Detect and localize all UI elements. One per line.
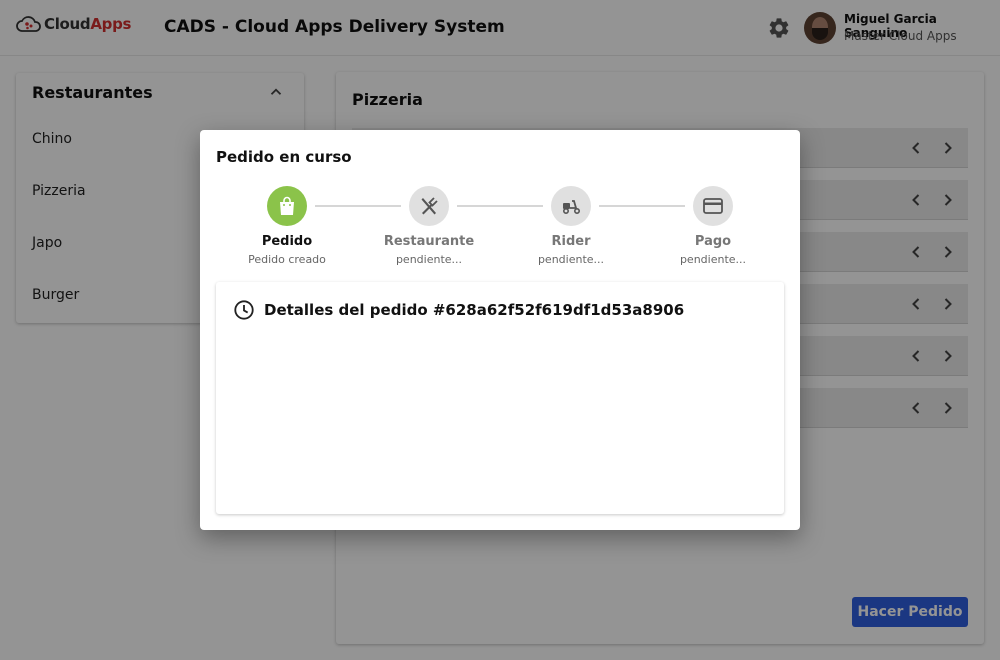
step-status: Pedido creado bbox=[248, 253, 326, 266]
step-label: Rider bbox=[551, 234, 591, 249]
clock-icon bbox=[234, 300, 254, 320]
step-label: Restaurante bbox=[383, 234, 475, 249]
order-details-title: Detalles del pedido #628a62f52f619df1d53… bbox=[264, 301, 685, 319]
credit-card-icon bbox=[703, 198, 723, 214]
step-pago: Pago pendiente... bbox=[643, 186, 783, 266]
shopping-bag-icon bbox=[280, 196, 294, 215]
step-circle bbox=[551, 186, 591, 226]
step-circle bbox=[693, 186, 733, 226]
step-label: Pago bbox=[694, 234, 732, 249]
scooter-icon bbox=[562, 200, 581, 215]
step-circle bbox=[409, 186, 449, 226]
step-rider: Rider pendiente... bbox=[501, 186, 641, 266]
dialog-title: Pedido en curso bbox=[216, 148, 352, 166]
step-status: pendiente... bbox=[679, 253, 747, 266]
utensils-icon bbox=[421, 197, 438, 215]
step-restaurante: Restaurante pendiente... bbox=[359, 186, 499, 266]
step-status: pendiente... bbox=[537, 253, 605, 266]
step-label: Pedido bbox=[261, 234, 313, 249]
order-progress-dialog: Pedido en curso Pedido Pedido creado Res… bbox=[200, 130, 800, 530]
order-details-card: Detalles del pedido #628a62f52f619df1d53… bbox=[216, 282, 784, 514]
step-pedido: Pedido Pedido creado bbox=[217, 186, 357, 266]
step-circle bbox=[267, 186, 307, 226]
step-status: pendiente... bbox=[395, 253, 463, 266]
